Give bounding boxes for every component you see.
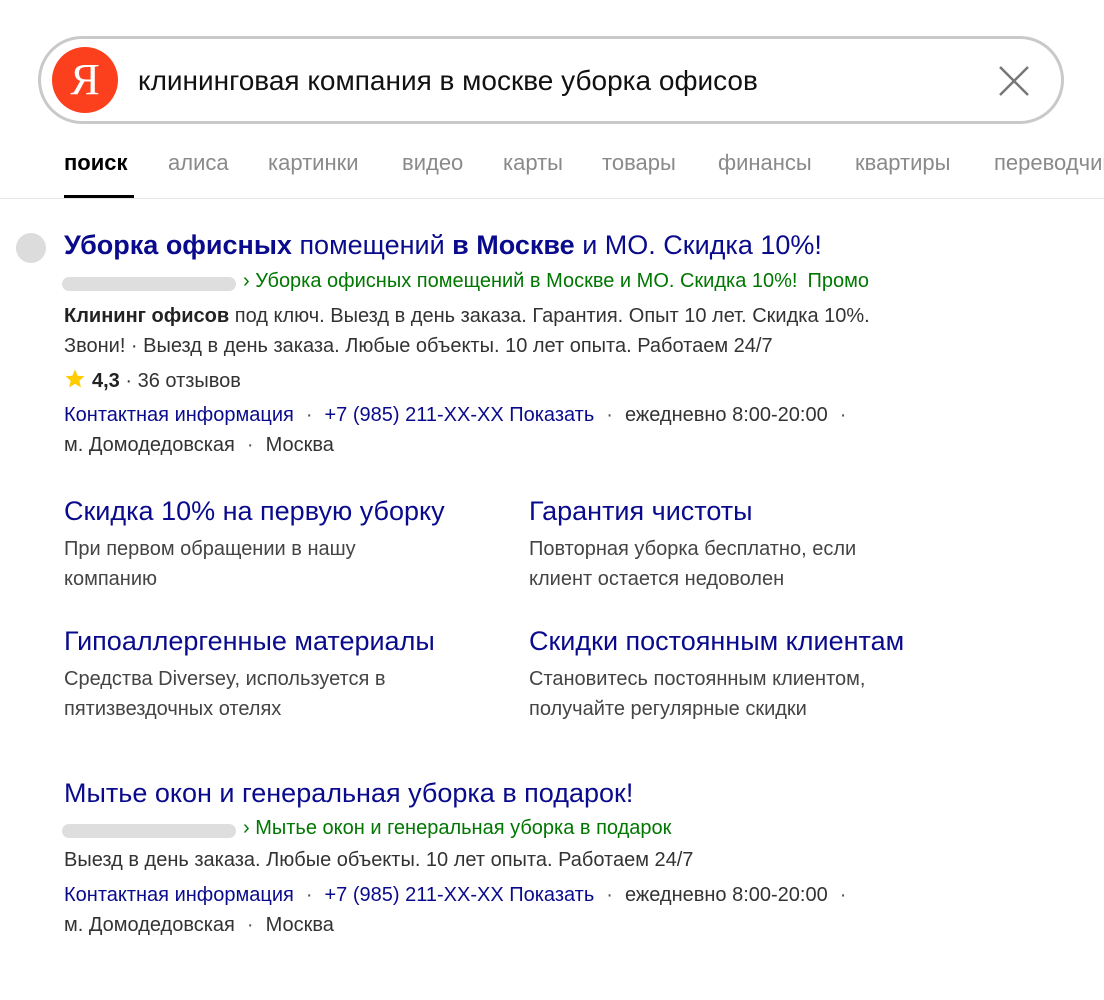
tab-translator[interactable]: переводчик — [994, 150, 1104, 176]
ad2-description: Выезд в день заказа. Любые объекты. 10 л… — [64, 849, 694, 871]
ad1-desc-bold: Клининг офисов — [64, 305, 230, 327]
ad1-contacts-line2: м. Домодедовская · Москва — [64, 434, 334, 457]
sitelink-desc: Повторная уборка бесплатно, если — [529, 538, 857, 560]
contact-info-link[interactable]: Контактная информация — [64, 404, 294, 426]
tab-search[interactable]: поиск — [64, 150, 128, 176]
site-favicon — [16, 233, 46, 263]
rating-reviews: · 36 отзывов — [125, 370, 241, 392]
show-phone-link[interactable]: Показать — [509, 404, 594, 426]
sitelink-desc: пятизвездочных отелях — [64, 698, 282, 720]
sitelink-desc: компанию — [64, 568, 158, 590]
metro-station: м. Домодедовская — [64, 914, 235, 936]
phone-number[interactable]: +7 (985) 211-XX-XX — [325, 884, 504, 906]
sitelink-title[interactable]: Скидки постоянным клиентам — [529, 626, 904, 657]
tab-finance[interactable]: финансы — [718, 150, 812, 176]
separator: · — [305, 884, 313, 906]
separator: · — [839, 404, 847, 426]
contact-info-link[interactable]: Контактная информация — [64, 884, 294, 906]
sitelink-title[interactable]: Гарантия чистоты — [529, 496, 753, 527]
city: Москва — [265, 914, 334, 936]
ad1-title-part: помещений — [291, 230, 453, 260]
ad1-contacts-line1: Контактная информация · +7 (985) 211-XX-XX… — [64, 404, 858, 427]
metro-station: м. Домодедовская — [64, 434, 235, 456]
ad1-description-line2: Звони! · Выезд в день заказа. Любые объе… — [64, 335, 773, 357]
rating-score: 4,3 — [92, 370, 120, 392]
sitelink-desc: Становитесь постоянным клиентом, — [529, 668, 866, 690]
tab-video[interactable]: видео — [402, 150, 463, 176]
search-input[interactable]: клининговая компания в москве уборка офи… — [138, 65, 758, 97]
separator: · — [246, 914, 254, 936]
separator: · — [839, 884, 847, 906]
yandex-logo[interactable]: Я — [52, 47, 118, 113]
tabs-divider — [0, 198, 1104, 199]
tab-images[interactable]: картинки — [268, 150, 359, 176]
ad1-title-part: в Москве — [452, 230, 575, 260]
sitelink-desc: Средства Diversey, используется в — [64, 668, 386, 690]
sitelink-title[interactable]: Гипоаллергенные материалы — [64, 626, 435, 657]
separator: · — [246, 434, 254, 456]
phone-number[interactable]: +7 (985) 211-XX-XX — [325, 404, 504, 426]
close-icon[interactable] — [997, 64, 1031, 98]
tab-maps[interactable]: карты — [503, 150, 563, 176]
ad2-title-link[interactable]: Мытье окон и генеральная уборка в подаро… — [64, 778, 633, 809]
separator: · — [606, 884, 613, 906]
sitelink-desc: клиент остается недоволен — [529, 568, 785, 590]
separator: · — [606, 404, 613, 426]
ad1-title-link[interactable]: Уборка офисных помещений в Москве и МО. … — [64, 230, 822, 261]
ad1-desc-rest: под ключ. Выезд в день заказа. Гарантия.… — [229, 305, 870, 327]
ad1-description-line1: Клининг офисов под ключ. Выезд в день за… — [64, 301, 870, 331]
ad2-domain-placeholder — [62, 824, 236, 838]
ad1-title-part: Уборка офисных — [64, 230, 292, 260]
ad2-contacts-line2: м. Домодедовская · Москва — [64, 914, 334, 937]
show-phone-link[interactable]: Показать — [509, 884, 594, 906]
ad1-url-path[interactable]: › Уборка офисных помещений в Москве и МО… — [243, 270, 869, 293]
sitelink-desc: получайте регулярные скидки — [529, 698, 807, 720]
city: Москва — [265, 434, 334, 456]
search-bar[interactable]: Я клининговая компания в москве уборка о… — [38, 36, 1064, 124]
separator: · — [305, 404, 313, 426]
star-icon — [64, 368, 86, 390]
ad2-contacts-line1: Контактная информация · +7 (985) 211-XX-XX… — [64, 884, 858, 907]
tab-products[interactable]: товары — [602, 150, 676, 176]
working-hours: ежедневно 8:00-20:00 — [624, 404, 828, 426]
ad2-url-path[interactable]: › Мытье окон и генеральная уборка в пода… — [243, 817, 671, 840]
ad1-domain-placeholder — [62, 277, 236, 291]
ad1-title-part: и МО. Скидка 10%! — [574, 230, 822, 260]
tab-apartments[interactable]: квартиры — [855, 150, 950, 176]
promo-label: Промо — [807, 270, 869, 292]
tab-alice[interactable]: алиса — [168, 150, 229, 176]
sitelink-title[interactable]: Скидка 10% на первую уборку — [64, 496, 445, 527]
working-hours: ежедневно 8:00-20:00 — [624, 884, 828, 906]
ad1-url-text: › Уборка офисных помещений в Москве и МО… — [243, 270, 798, 292]
ad1-rating[interactable]: 4,3 · 36 отзывов — [64, 368, 241, 393]
sitelink-desc: При первом обращении в нашу — [64, 538, 356, 560]
